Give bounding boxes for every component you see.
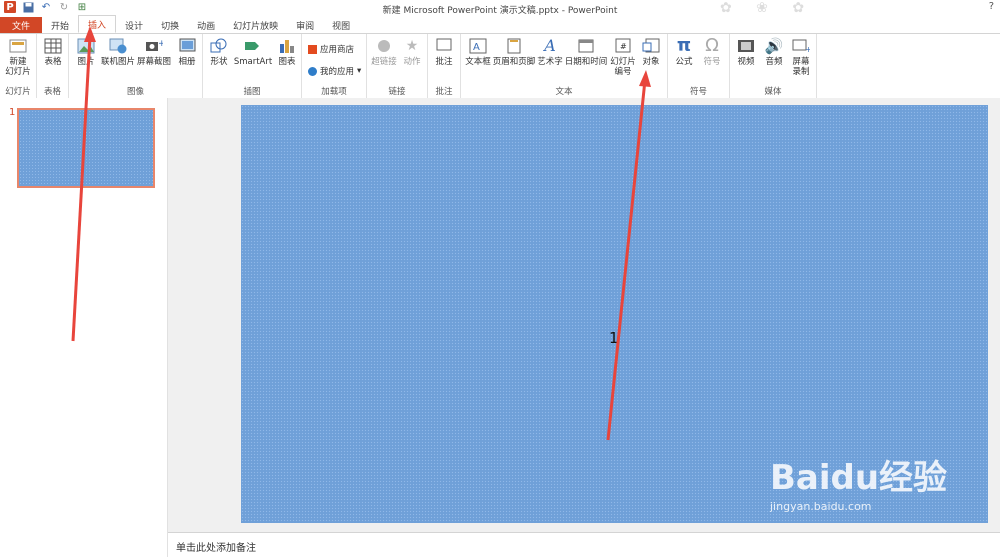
action-star-icon: ★ (405, 38, 419, 54)
group-media: 视频 🔊 音频 + 屏幕 录制 媒体 (730, 34, 817, 98)
group-slides: 新建 幻灯片 幻灯片 (0, 34, 37, 98)
wordart-icon: A (544, 36, 556, 55)
shapes-icon (210, 37, 228, 55)
thumbnail-number: 1 (9, 107, 16, 118)
hyperlink-icon (375, 37, 393, 55)
slide-number-icon: # (614, 37, 632, 55)
action-button[interactable]: ★ 动作 (400, 37, 424, 67)
slide-number-button[interactable]: # 幻灯片 编号 (609, 37, 637, 77)
smartart-icon (244, 37, 262, 55)
svg-text:A: A (473, 42, 480, 53)
tab-transitions[interactable]: 切换 (152, 17, 188, 33)
tab-design[interactable]: 设计 (116, 17, 152, 33)
tab-home[interactable]: 开始 (42, 17, 78, 33)
calendar-icon (577, 37, 595, 55)
comment-icon (435, 37, 453, 55)
tab-slideshow[interactable]: 幻灯片放映 (224, 17, 287, 33)
header-footer-button[interactable]: 页眉和页脚 (492, 37, 536, 67)
chart-button[interactable]: 图表 (275, 37, 299, 67)
chart-icon (278, 37, 296, 55)
tab-view[interactable]: 视图 (323, 17, 359, 33)
ribbon-tabs: 文件 开始 插入 设计 切换 动画 幻灯片放映 审阅 视图 (0, 15, 1000, 33)
svg-text:+: + (158, 39, 163, 49)
svg-text:+: + (805, 45, 810, 54)
film-icon (737, 37, 755, 55)
store-button[interactable]: 应用商店 (308, 43, 354, 55)
group-links: 超链接 ★ 动作 链接 (367, 34, 428, 98)
new-slide-button[interactable]: 新建 幻灯片 (3, 37, 33, 77)
online-picture-button[interactable]: 联机图片 (101, 37, 135, 67)
new-slide-icon (9, 37, 27, 55)
baidu-logo: Baidu经验 (770, 458, 948, 498)
watermark-url: jingyan.baidu.com (770, 500, 872, 513)
tab-insert[interactable]: 插入 (78, 15, 117, 33)
group-comments: 批注 批注 (428, 34, 461, 98)
screenshot-icon: + (145, 37, 163, 55)
video-button[interactable]: 视频 (733, 37, 759, 67)
slide-thumbnail[interactable] (17, 108, 155, 188)
smartart-button[interactable]: SmartArt (233, 37, 273, 67)
baidu-watermark: Baidu经验 jingyan.baidu.com (770, 450, 948, 513)
tab-animations[interactable]: 动画 (188, 17, 224, 33)
object-button[interactable]: 对象 (639, 37, 663, 67)
wordart-button[interactable]: A 艺术字 (537, 36, 563, 68)
notes-pane[interactable]: 单击此处添加备注 (168, 532, 1000, 558)
slide-annotation-number: 1 (609, 329, 619, 347)
textbox-icon: A (469, 37, 487, 55)
symbol-button[interactable]: Ω 符号 (699, 35, 725, 68)
equation-button[interactable]: π 公式 (671, 35, 697, 68)
my-apps-icon (308, 66, 317, 76)
title-bar: P ↶ ↻ ⊞ 新建 Microsoft PowerPoint 演示文稿.ppt… (0, 0, 1000, 16)
ribbon: 新建 幻灯片 幻灯片 表格 表格 图片 联机图片 + 屏幕截图 相册 图像 形状… (0, 33, 1000, 99)
notes-placeholder: 单击此处添加备注 (176, 543, 256, 554)
group-symbols: π 公式 Ω 符号 符号 (668, 34, 730, 98)
group-addins: 应用商店 我的应用 ▾ 加载项 (302, 34, 367, 98)
textbox-button[interactable]: A 文本框 (464, 37, 492, 67)
photo-album-icon (178, 37, 196, 55)
online-picture-icon (109, 37, 127, 55)
picture-icon (77, 37, 95, 55)
shapes-button[interactable]: 形状 (207, 37, 231, 67)
chevron-down-icon: ▾ (357, 66, 362, 76)
group-tables: 表格 表格 (37, 34, 69, 98)
group-text: A 文本框 页眉和页脚 A 艺术字 日期和时间 # 幻灯片 编号 对象 文本 (461, 34, 668, 98)
table-icon (44, 37, 62, 55)
help-button[interactable]: ? (989, 1, 994, 12)
speaker-icon: 🔊 (764, 37, 784, 55)
screenshot-button[interactable]: + 屏幕截图 (136, 37, 172, 67)
screen-recording-button[interactable]: + 屏幕 录制 (788, 37, 814, 77)
omega-icon: Ω (705, 35, 719, 56)
object-icon (642, 37, 660, 55)
svg-text:#: # (620, 42, 627, 51)
tab-file[interactable]: 文件 (0, 17, 43, 33)
datetime-button[interactable]: 日期和时间 (564, 37, 608, 67)
screen-recording-icon: + (792, 37, 810, 55)
slide-thumbnails-pane[interactable]: 1 (0, 98, 168, 557)
pi-icon: π (676, 35, 692, 56)
audio-button[interactable]: 🔊 音频 (761, 37, 787, 68)
comment-button[interactable]: 批注 (432, 37, 456, 67)
picture-button[interactable]: 图片 (74, 37, 98, 67)
my-apps-button[interactable]: 我的应用 ▾ (308, 65, 361, 77)
store-icon (308, 44, 317, 54)
hyperlink-button[interactable]: 超链接 (370, 37, 398, 67)
group-images: 图片 联机图片 + 屏幕截图 相册 图像 (69, 34, 203, 98)
album-button[interactable]: 相册 (175, 37, 199, 67)
header-footer-icon (505, 37, 523, 55)
group-illustrations: 形状 SmartArt 图表 插图 (203, 34, 302, 98)
tab-review[interactable]: 审阅 (287, 17, 323, 33)
table-button[interactable]: 表格 (41, 37, 65, 67)
